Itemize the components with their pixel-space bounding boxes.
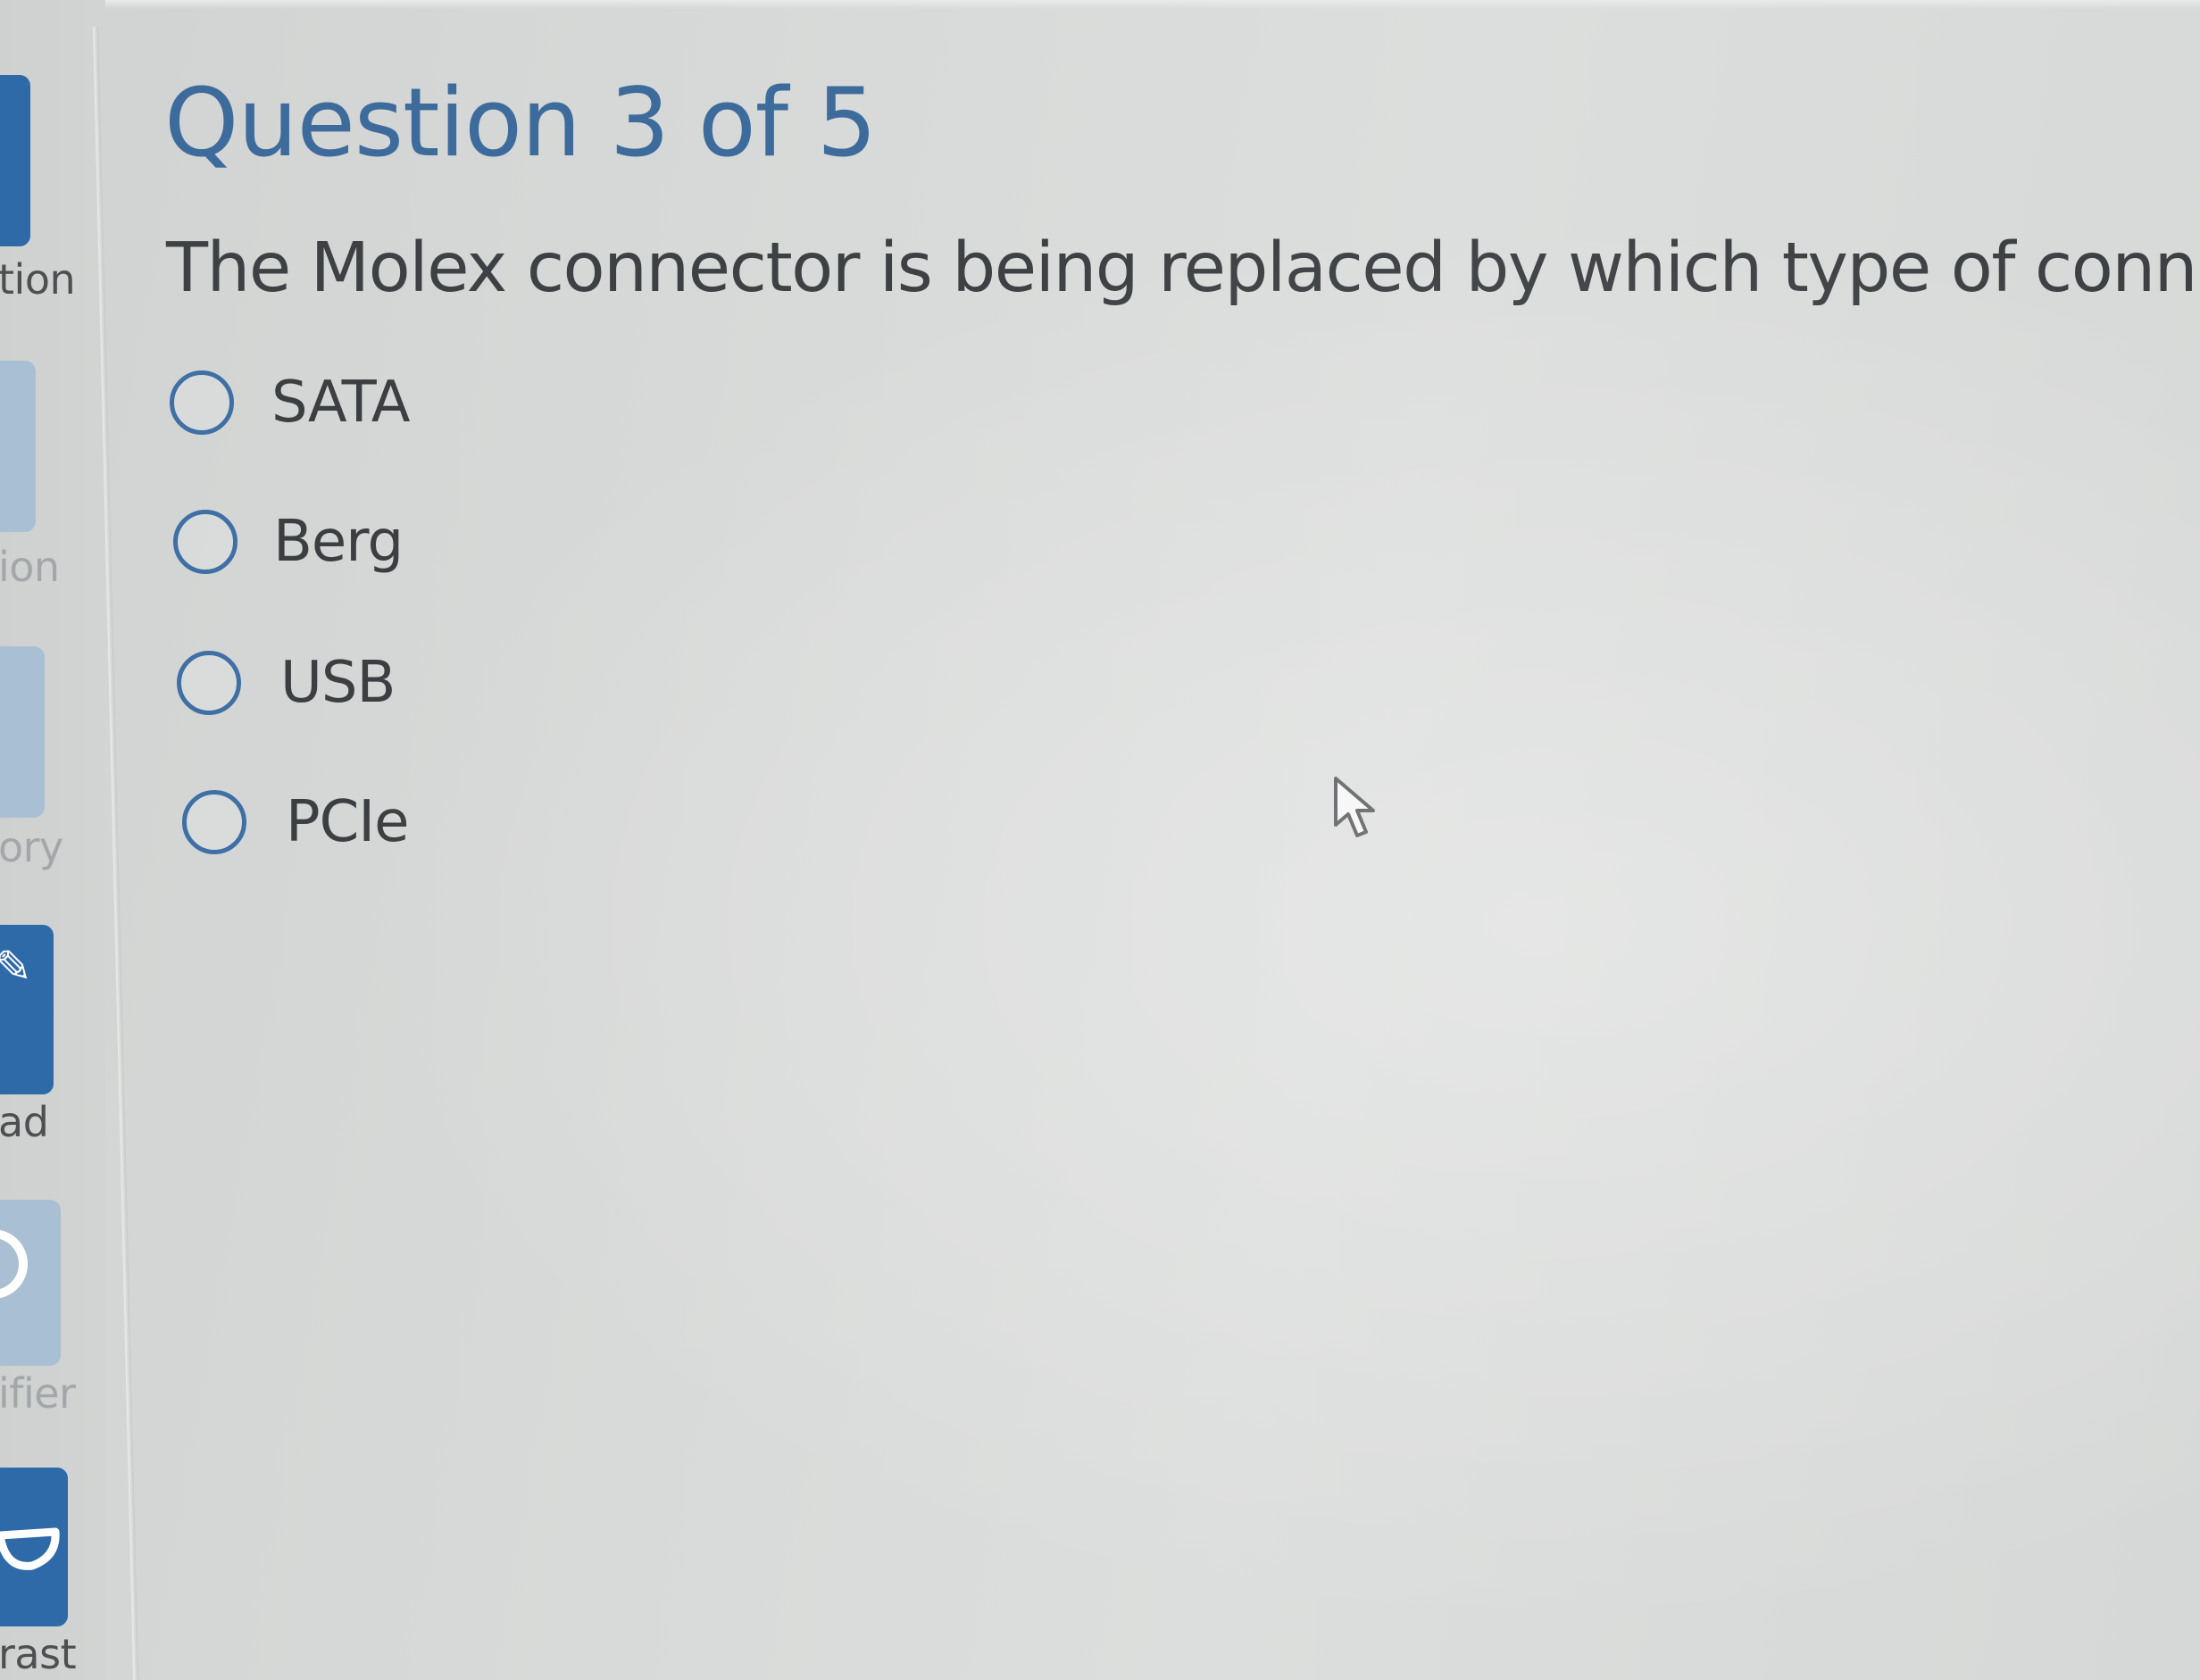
option-usb[interactable]: USB: [177, 650, 396, 716]
option-label: Berg: [273, 509, 404, 575]
option-sata[interactable]: SATA: [170, 370, 411, 436]
radio-button[interactable]: [182, 790, 246, 854]
screen: tion ion ory ✎ ad ifier rast Question 3 …: [0, 0, 2200, 1680]
answer-options: SATA Berg USB PCIe: [0, 0, 2200, 1680]
radio-button[interactable]: [177, 651, 241, 715]
option-label: USB: [280, 650, 396, 716]
option-pcie[interactable]: PCIe: [182, 789, 410, 855]
option-label: SATA: [271, 370, 411, 436]
option-berg[interactable]: Berg: [173, 509, 404, 575]
radio-button[interactable]: [173, 510, 238, 574]
radio-button[interactable]: [170, 370, 234, 435]
mouse-pointer-icon: [1334, 777, 1375, 837]
option-label: PCIe: [286, 789, 410, 855]
